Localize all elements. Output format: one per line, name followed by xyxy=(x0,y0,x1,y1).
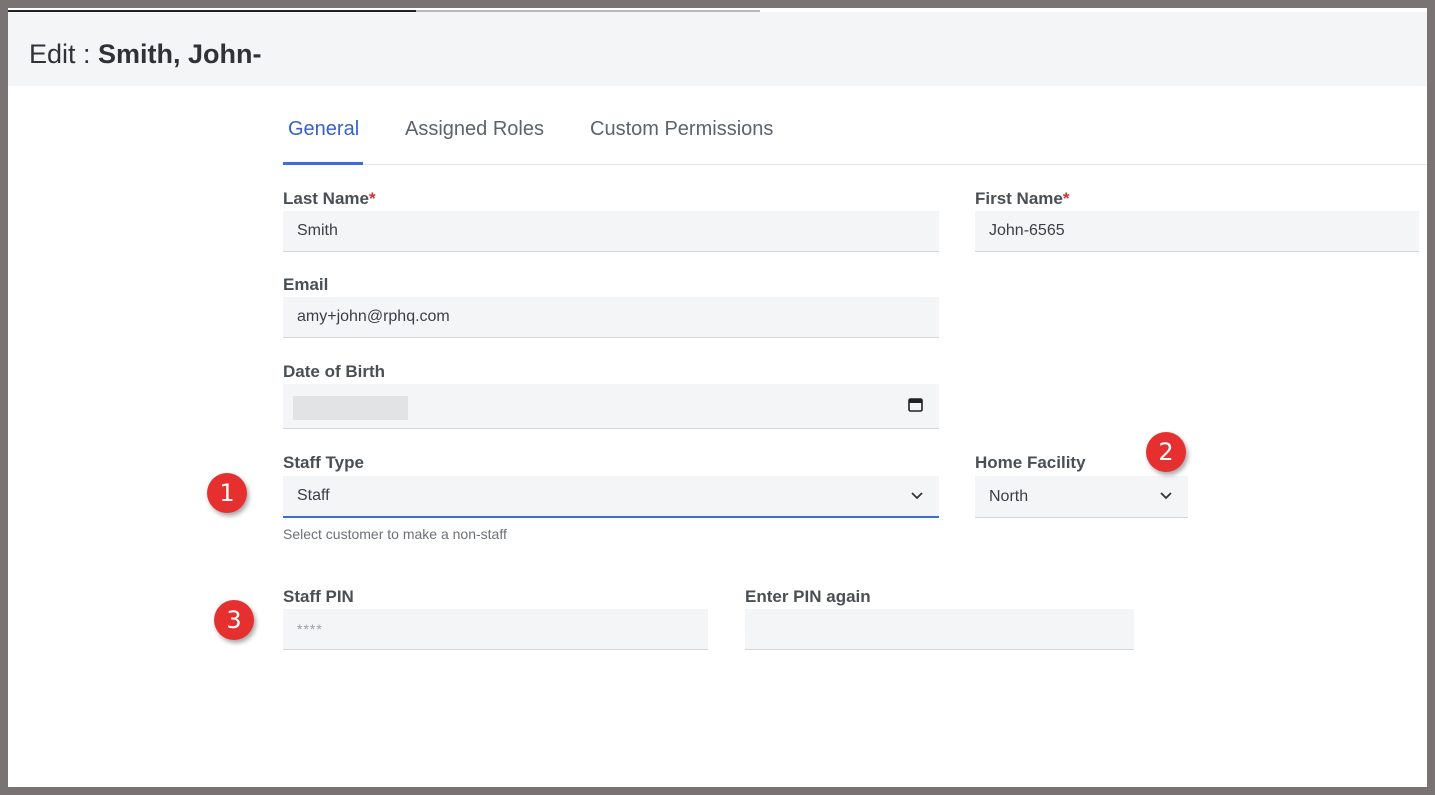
page-title-prefix: Edit : xyxy=(29,39,99,69)
last-name-label-text: Last Name xyxy=(283,189,369,208)
page-header: Edit : Smith, John- xyxy=(8,12,1427,86)
last-name-label: Last Name* xyxy=(283,189,376,209)
chevron-down-icon xyxy=(1160,492,1172,500)
redacted-value xyxy=(293,396,408,420)
required-mark: * xyxy=(368,189,376,208)
staff-pin-label: Staff PIN xyxy=(283,587,354,606)
first-name-label-text: First Name xyxy=(975,189,1063,208)
page-title: Edit : Smith, John- xyxy=(29,39,262,70)
chevron-down-icon xyxy=(911,492,923,500)
pin-again-field[interactable] xyxy=(745,609,1134,650)
email-label: Email xyxy=(283,275,329,294)
staff-type-help: Select customer to make a non-staff xyxy=(283,526,507,542)
annotation-marker-1: 1 xyxy=(207,473,247,513)
required-mark: * xyxy=(1062,189,1070,208)
pin-again-label: Enter PIN again xyxy=(745,587,871,606)
annotation-marker-3: 3 xyxy=(214,600,254,640)
staff-type-label: Staff Type xyxy=(283,453,364,472)
last-name-field[interactable]: Smith xyxy=(283,211,939,252)
tab-active-underline xyxy=(283,162,363,165)
staff-type-value: Staff xyxy=(297,487,330,504)
tab-bar: General Assigned Roles Custom Permission… xyxy=(283,98,1427,165)
email-field[interactable]: amy+john@rphq.com xyxy=(283,297,939,338)
dob-label: Date of Birth xyxy=(283,362,385,381)
staff-pin-placeholder: **** xyxy=(297,621,323,637)
staff-pin-field[interactable]: **** xyxy=(283,609,708,650)
last-name-value: Smith xyxy=(297,222,338,239)
tab-general[interactable]: General xyxy=(288,118,359,141)
staff-type-select[interactable]: Staff xyxy=(283,476,939,518)
home-facility-select[interactable]: North xyxy=(975,476,1188,518)
annotation-marker-2: 2 xyxy=(1146,432,1186,472)
page-title-name: Smith, John- xyxy=(98,39,262,69)
tab-assigned-roles[interactable]: Assigned Roles xyxy=(405,118,544,141)
first-name-value: John-6565 xyxy=(989,222,1065,239)
email-value: amy+john@rphq.com xyxy=(297,308,450,325)
first-name-field[interactable]: John-6565 xyxy=(975,211,1419,252)
home-facility-label: Home Facility xyxy=(975,453,1086,472)
dob-field[interactable] xyxy=(283,384,939,429)
tab-custom-permissions[interactable]: Custom Permissions xyxy=(590,118,773,141)
home-facility-value: North xyxy=(989,487,1029,505)
app-window: Edit : Smith, John- General Assigned Rol… xyxy=(8,8,1427,787)
calendar-icon[interactable] xyxy=(908,397,923,412)
first-name-label: First Name* xyxy=(975,189,1070,209)
